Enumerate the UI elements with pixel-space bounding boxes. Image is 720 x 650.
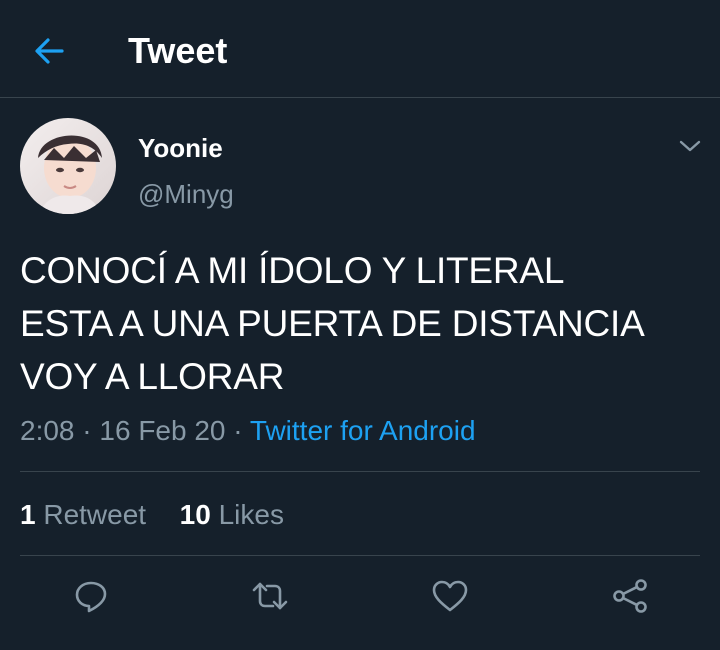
tweet-text-line: ESTA A UNA PUERTA DE DISTANCIA	[20, 303, 645, 344]
display-name[interactable]: Yoonie	[138, 133, 223, 163]
tweet-date: 16 Feb 20	[99, 415, 226, 446]
retweet-count: 1	[20, 499, 36, 530]
retweets-stat[interactable]: 1 Retweet	[20, 499, 146, 530]
like-button[interactable]	[428, 574, 472, 618]
tweet-text-line: CONOCÍ A MI ÍDOLO Y LITERAL	[20, 250, 565, 291]
reply-icon	[75, 581, 107, 613]
meta-separator: ·	[82, 415, 92, 446]
like-count: 10	[179, 499, 211, 530]
user-handle[interactable]: @Minyg	[138, 178, 234, 210]
chevron-down-icon	[679, 140, 701, 152]
page-title: Tweet	[128, 30, 228, 71]
arrow-left-icon	[35, 38, 64, 64]
more-options-button[interactable]	[676, 134, 704, 158]
retweet-icon	[252, 582, 288, 610]
like-icon	[432, 580, 468, 612]
share-icon	[613, 579, 647, 613]
share-button[interactable]	[608, 574, 652, 618]
divider	[20, 471, 700, 472]
tweet-text-line: VOY A LLORAR	[20, 356, 285, 397]
action-bar	[0, 572, 720, 620]
likes-stat[interactable]: 10 Likes	[180, 499, 284, 530]
meta-separator: ·	[233, 415, 243, 446]
tweet-stats: 1 Retweet 10 Likes	[20, 498, 284, 532]
retweet-label: Retweet	[43, 499, 147, 530]
tweet-source-link[interactable]: Twitter for Android	[250, 415, 476, 446]
tweet-text: CONOCÍ A MI ÍDOLO Y LITERAL ESTA A UNA P…	[20, 244, 710, 403]
reply-button[interactable]	[69, 574, 113, 618]
divider	[20, 555, 700, 556]
top-bar: Tweet	[0, 0, 720, 98]
tweet-time: 2:08	[20, 415, 75, 446]
like-label: Likes	[218, 499, 284, 530]
avatar[interactable]	[20, 118, 116, 214]
tweet-meta: 2:08 · 16 Feb 20 · Twitter for Android	[20, 413, 476, 449]
retweet-button[interactable]	[248, 574, 292, 618]
back-button[interactable]	[30, 32, 68, 70]
